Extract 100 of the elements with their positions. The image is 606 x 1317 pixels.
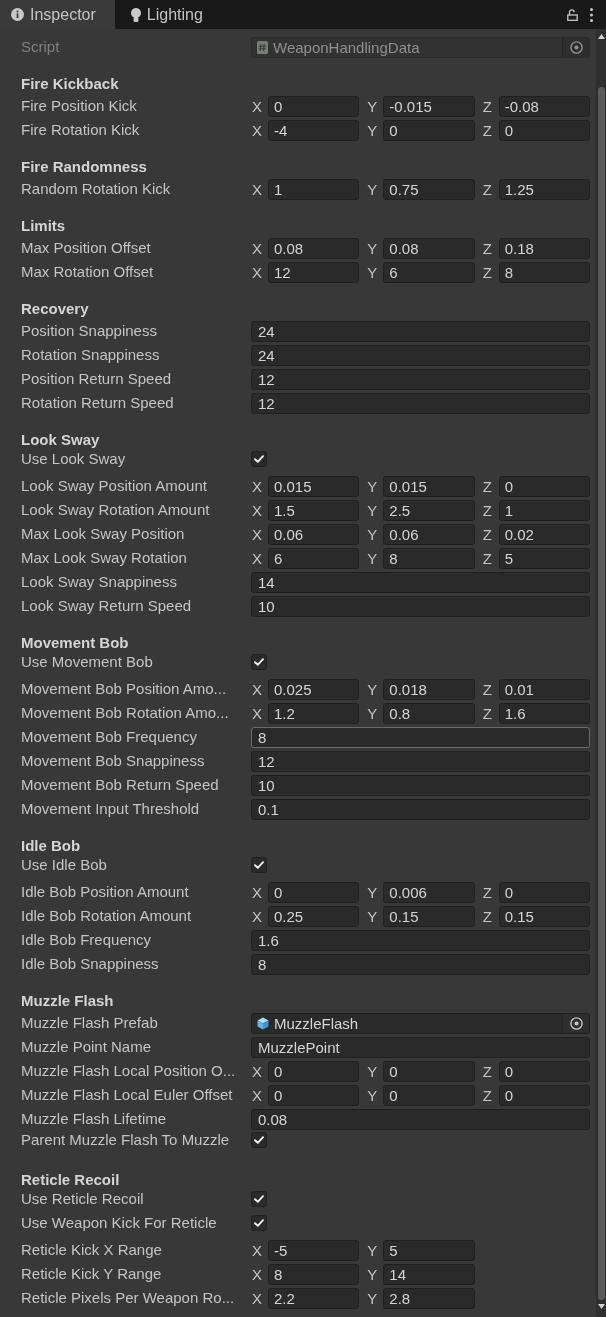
number-field[interactable]: 12	[268, 261, 360, 283]
number-field[interactable]: 0.15	[498, 905, 590, 927]
checkbox[interactable]	[251, 654, 267, 670]
section-header: Muzzle Flash	[21, 992, 114, 1009]
number-field[interactable]: 0.015	[268, 475, 360, 497]
number-field[interactable]: 0.08	[383, 237, 475, 259]
number-field[interactable]: 2.2	[268, 1287, 360, 1309]
text-field[interactable]: MuzzlePoint	[251, 1036, 590, 1058]
number-field[interactable]: 24	[251, 320, 590, 342]
number-field[interactable]: 8	[498, 261, 590, 283]
number-field[interactable]: 0.018	[383, 678, 475, 700]
number-field[interactable]: 0.06	[268, 523, 360, 545]
checkbox[interactable]	[251, 1215, 267, 1231]
number-field[interactable]: 0.1	[251, 798, 590, 820]
field-label: Parent Muzzle Flash To Muzzle	[21, 1131, 230, 1148]
number-field[interactable]: 1.5	[268, 499, 360, 521]
number-field[interactable]: -5	[268, 1239, 360, 1261]
number-field[interactable]: 10	[251, 595, 590, 617]
number-field[interactable]: 0.75	[383, 178, 475, 200]
field-label: Movement Bob Return Speed	[21, 776, 219, 793]
number-field[interactable]: 6	[268, 547, 360, 569]
number-field[interactable]: 0.15	[383, 905, 475, 927]
lock-icon[interactable]	[567, 8, 578, 21]
number-field[interactable]: 0.08	[251, 1108, 590, 1130]
checkbox[interactable]	[251, 857, 267, 873]
more-options-icon[interactable]	[590, 7, 593, 22]
number-field[interactable]: 0.18	[498, 237, 590, 259]
number-field[interactable]: 0	[383, 119, 475, 141]
number-field[interactable]: 0.01	[498, 678, 590, 700]
checkmark-icon	[254, 455, 264, 463]
number-field[interactable]: 0.06	[383, 523, 475, 545]
number-field[interactable]: 0.02	[498, 523, 590, 545]
number-field[interactable]: -4	[268, 119, 360, 141]
number-field[interactable]: 0	[383, 1060, 475, 1082]
number-field[interactable]: 0.08	[268, 237, 360, 259]
number-field[interactable]: 12	[251, 750, 590, 772]
number-field[interactable]: 1.2	[268, 702, 360, 724]
number-field[interactable]: 0	[383, 1084, 475, 1106]
number-field[interactable]: -0.015	[383, 95, 475, 117]
number-field[interactable]: 0	[268, 1060, 360, 1082]
number-field[interactable]: 0	[498, 1084, 590, 1106]
number-field[interactable]: 1.6	[251, 929, 590, 951]
checkbox[interactable]	[251, 1191, 267, 1207]
field-label: Idle Bob Frequency	[21, 931, 152, 948]
number-field[interactable]: 8	[383, 547, 475, 569]
number-field[interactable]: 0	[268, 1084, 360, 1106]
number-field[interactable]: 5	[498, 547, 590, 569]
number-field[interactable]: 0.015	[383, 475, 475, 497]
field-label: Muzzle Flash Lifetime	[21, 1110, 167, 1127]
field-label: Look Sway Rotation Amount	[21, 501, 210, 518]
field-label: Max Rotation Offset	[21, 263, 154, 280]
checkbox[interactable]	[251, 1132, 267, 1148]
axis-label: Y	[367, 1265, 378, 1283]
up-arrow-icon[interactable]	[597, 34, 605, 39]
panel-tab[interactable]: Lighting	[114, 0, 222, 29]
field-label: Movement Input Threshold	[21, 800, 200, 817]
axis-label: Y	[367, 263, 378, 281]
axis-label: Z	[482, 1086, 492, 1104]
number-field[interactable]: 0	[498, 1060, 590, 1082]
number-field[interactable]: 14	[383, 1263, 475, 1285]
number-field[interactable]: 0.025	[268, 678, 360, 700]
number-field[interactable]: 6	[383, 261, 475, 283]
down-arrow-icon[interactable]	[597, 1304, 605, 1309]
axis-label: X	[252, 121, 262, 139]
number-field[interactable]: 0	[498, 475, 590, 497]
lightbulb-icon	[130, 7, 141, 22]
number-field[interactable]: 1.25	[498, 178, 590, 200]
scrollbar-thumb[interactable]	[597, 87, 605, 1300]
number-field[interactable]: 8	[251, 953, 590, 975]
number-field[interactable]: 12	[251, 368, 590, 390]
number-field[interactable]: 0	[268, 881, 360, 903]
number-field[interactable]: 1	[268, 178, 360, 200]
number-field[interactable]: 24	[251, 344, 590, 366]
number-field[interactable]: 0	[498, 881, 590, 903]
number-field[interactable]: 8	[268, 1263, 360, 1285]
axis-label: Y	[367, 525, 378, 543]
number-field[interactable]: 10	[251, 774, 590, 796]
checkbox[interactable]	[251, 451, 267, 467]
number-field[interactable]: 2.8	[383, 1287, 475, 1309]
object-field[interactable]: MuzzleFlash	[251, 1012, 590, 1034]
section-header: Reticle Recoil	[21, 1171, 120, 1188]
number-field[interactable]: 2.5	[383, 499, 475, 521]
number-field[interactable]: 14	[251, 571, 590, 593]
object-picker-button[interactable]	[562, 1013, 589, 1033]
axis-label: X	[252, 1062, 262, 1080]
number-field[interactable]: 12	[251, 392, 590, 414]
field-label: Use Movement Bob	[21, 653, 153, 670]
number-field[interactable]: 0	[268, 95, 360, 117]
number-field[interactable]: 0.8	[383, 702, 475, 724]
number-field[interactable]: 1	[498, 499, 590, 521]
section-header: Look Sway	[21, 431, 100, 448]
number-field[interactable]: 5	[383, 1239, 475, 1261]
number-field[interactable]: -0.08	[498, 95, 590, 117]
number-field[interactable]: 0.006	[383, 881, 475, 903]
number-field[interactable]: 0	[498, 119, 590, 141]
field-label: Script	[21, 38, 60, 55]
number-field[interactable]: 8	[251, 726, 590, 748]
number-field[interactable]: 1.6	[498, 702, 590, 724]
panel-tab[interactable]: Inspector	[0, 0, 115, 29]
number-field[interactable]: 0.25	[268, 905, 360, 927]
